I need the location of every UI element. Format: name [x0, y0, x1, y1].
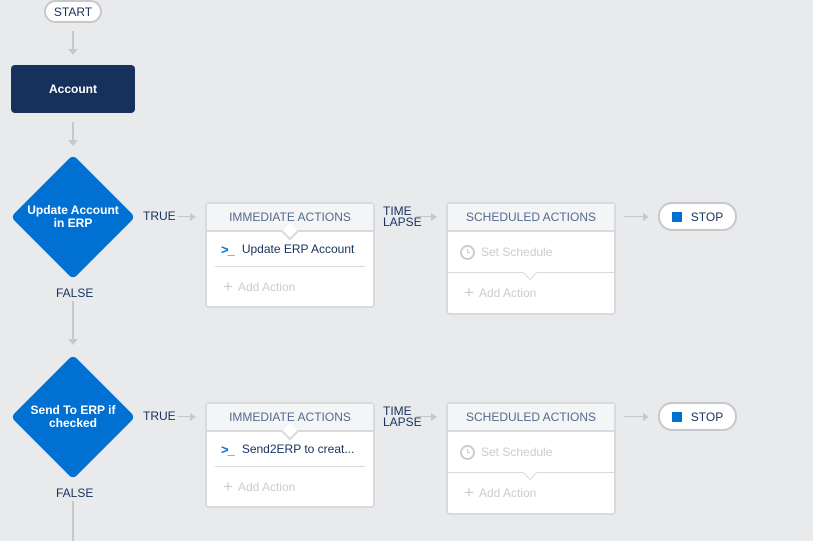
- time-lapse-label: TIME LAPSE: [383, 405, 422, 429]
- action-label: Send2ERP to creat...: [241, 442, 355, 456]
- object-node-account[interactable]: Account: [11, 65, 135, 113]
- start-label: START: [53, 4, 93, 19]
- criteria-label: Send To ERP if checked: [30, 403, 116, 430]
- add-action-label: Add Action: [237, 280, 296, 294]
- connector: [416, 216, 432, 217]
- action-label: Update ERP Account: [241, 242, 355, 256]
- connector: [177, 216, 191, 217]
- false-label: FALSE: [56, 486, 94, 500]
- immediate-actions-card: IMMEDIATE ACTIONS >_ Update ERP Account …: [205, 202, 375, 308]
- immediate-actions-title: IMMEDIATE ACTIONS: [229, 410, 351, 424]
- plus-icon: +: [223, 277, 233, 296]
- set-schedule-button[interactable]: Set Schedule: [448, 232, 614, 281]
- scheduled-actions-header[interactable]: SCHEDULED ACTIONS: [448, 404, 614, 432]
- add-action-label: Add Action: [237, 480, 296, 494]
- arrow-down-icon: [68, 339, 78, 345]
- scheduled-actions-header[interactable]: SCHEDULED ACTIONS: [448, 204, 614, 232]
- arrow-right-icon: [643, 413, 649, 421]
- immediate-actions-title: IMMEDIATE ACTIONS: [229, 210, 351, 224]
- connector: [72, 122, 74, 141]
- stop-icon: [671, 411, 682, 422]
- scheduled-actions-card: SCHEDULED ACTIONS Set Schedule + Add Act…: [446, 202, 616, 315]
- immediate-actions-header[interactable]: IMMEDIATE ACTIONS: [207, 204, 373, 241]
- connector: [72, 301, 74, 339]
- arrow-right-icon: [431, 413, 437, 421]
- connector: [624, 416, 644, 417]
- plus-icon: +: [464, 283, 474, 302]
- arrow-down-icon: [68, 49, 78, 55]
- lapse-label: LAPSE: [383, 415, 422, 429]
- arrow-down-icon: [68, 140, 78, 146]
- plus-icon: +: [464, 483, 474, 502]
- plus-icon: +: [223, 477, 233, 496]
- stop-icon: [671, 211, 682, 222]
- immediate-actions-header[interactable]: IMMEDIATE ACTIONS: [207, 404, 373, 441]
- clock-icon: [460, 444, 475, 460]
- arrow-right-icon: [643, 213, 649, 221]
- apex-prompt-icon: >_: [221, 441, 235, 457]
- time-lapse-label: TIME LAPSE: [383, 205, 422, 229]
- lapse-label: LAPSE: [383, 215, 422, 229]
- false-label: FALSE: [56, 286, 94, 300]
- stop-label: STOP: [690, 409, 724, 424]
- stop-node[interactable]: STOP: [658, 402, 737, 431]
- set-schedule-button[interactable]: Set Schedule: [448, 432, 614, 481]
- stop-label: STOP: [690, 209, 724, 224]
- scheduled-actions-title: SCHEDULED ACTIONS: [465, 410, 597, 424]
- criteria-label: Update Account in ERP: [27, 203, 119, 230]
- clock-icon: [460, 244, 475, 260]
- arrow-right-icon: [190, 413, 196, 421]
- object-label: Account: [49, 82, 97, 96]
- connector: [416, 416, 432, 417]
- scheduled-actions-title: SCHEDULED ACTIONS: [465, 210, 597, 224]
- connector: [72, 31, 74, 50]
- connector: [72, 501, 74, 541]
- add-action-label: Add Action: [478, 286, 537, 300]
- add-action-button[interactable]: + Add Action: [207, 267, 373, 307]
- arrow-right-icon: [190, 213, 196, 221]
- add-action-label: Add Action: [478, 486, 537, 500]
- arrow-right-icon: [431, 213, 437, 221]
- start-node[interactable]: START: [44, 0, 102, 23]
- connector: [177, 416, 191, 417]
- criteria-node-send-to-erp-if-checked[interactable]: Send To ERP if checked: [10, 354, 136, 480]
- immediate-actions-card: IMMEDIATE ACTIONS >_ Send2ERP to creat..…: [205, 402, 375, 508]
- true-label: TRUE: [143, 209, 176, 223]
- set-schedule-label: Set Schedule: [481, 245, 553, 259]
- true-label: TRUE: [143, 409, 176, 423]
- stop-node[interactable]: STOP: [658, 202, 737, 231]
- scheduled-actions-card: SCHEDULED ACTIONS Set Schedule + Add Act…: [446, 402, 616, 515]
- add-action-button[interactable]: + Add Action: [207, 467, 373, 507]
- apex-prompt-icon: >_: [221, 241, 235, 257]
- set-schedule-label: Set Schedule: [481, 445, 553, 459]
- connector: [624, 216, 644, 217]
- criteria-node-update-account-in-erp[interactable]: Update Account in ERP: [10, 154, 136, 280]
